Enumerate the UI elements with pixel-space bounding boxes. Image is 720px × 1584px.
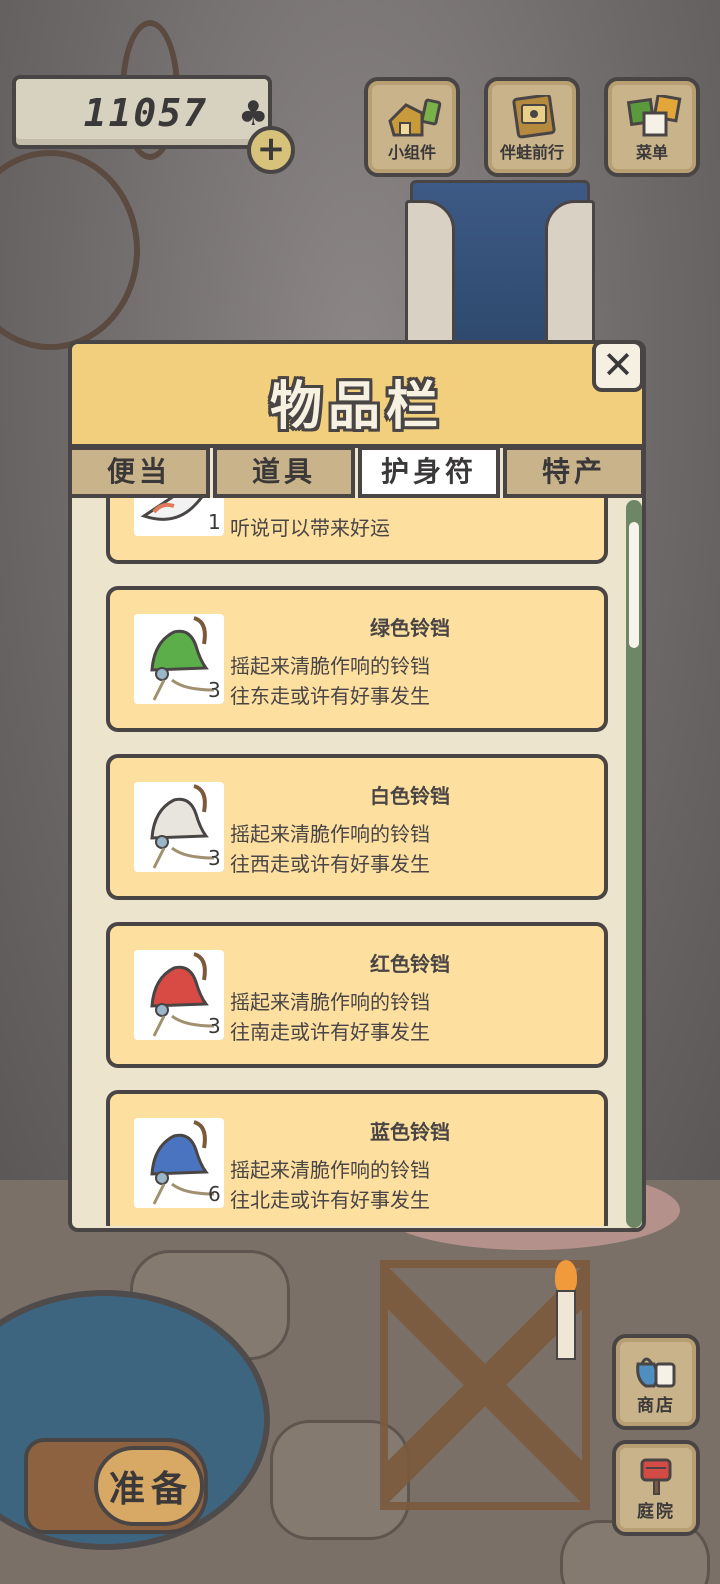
- item-description: 往西走或许有好事发生: [230, 852, 430, 876]
- tab-charms[interactable]: 护身符: [358, 446, 500, 498]
- panel-header: 物品栏: [72, 344, 642, 448]
- menu-label: 菜单: [635, 143, 668, 162]
- item-description: 往东走或许有好事发生: [230, 684, 430, 708]
- menu-cards-icon: [626, 95, 682, 137]
- list-item[interactable]: 3 白色铃铛 摇起来清脆作响的铃铛 往西走或许有好事发生: [106, 754, 608, 900]
- item-name: 蓝色铃铛: [370, 1120, 450, 1144]
- tab-bento[interactable]: 便当: [68, 446, 210, 498]
- item-description: 往南走或许有好事发生: [230, 1020, 430, 1044]
- item-count: 3: [208, 678, 221, 702]
- inventory-tabs: 便当 道具 护身符 特产: [68, 446, 646, 498]
- item-name: 绿色铃铛: [370, 616, 450, 640]
- item-description: 听说可以带来好运: [230, 516, 390, 540]
- shop-bag-icon: [636, 1357, 676, 1388]
- item-count: 3: [208, 846, 221, 870]
- item-count: 3: [208, 1014, 221, 1038]
- plus-icon: +: [256, 129, 286, 169]
- panel-title: 物品栏: [269, 377, 444, 437]
- clover-amount: 11057: [83, 91, 208, 135]
- item-list[interactable]: 1 听说可以带来好运 3 绿色铃铛 摇起来清脆作响的铃铛 往东走或许有好事发生: [72, 498, 620, 1226]
- tab-specialties[interactable]: 特产: [503, 446, 645, 498]
- item-description: 摇起来清脆作响的铃铛: [230, 990, 430, 1014]
- close-icon: ✕: [602, 343, 634, 387]
- item-list-scrollbar[interactable]: [626, 500, 642, 1228]
- list-item[interactable]: 1 听说可以带来好运: [106, 498, 608, 564]
- yard-label: 庭院: [637, 1502, 675, 1522]
- scrollbar-thumb[interactable]: [629, 522, 639, 648]
- item-count: 1: [208, 510, 221, 534]
- candle-flame: [555, 1260, 577, 1294]
- list-item[interactable]: 6 蓝色铃铛 摇起来清脆作响的铃铛 往北走或许有好事发生: [106, 1090, 608, 1226]
- item-description: 摇起来清脆作响的铃铛: [230, 822, 430, 846]
- item-name: 白色铃铛: [370, 784, 450, 808]
- album-icon: [512, 95, 556, 139]
- widget-label: 小组件: [387, 143, 436, 162]
- shop-button[interactable]: 商店: [612, 1334, 700, 1430]
- mailbox-icon: [640, 1458, 672, 1495]
- shop-label: 商店: [637, 1396, 675, 1416]
- item-description: 往北走或许有好事发生: [230, 1188, 430, 1212]
- list-item[interactable]: 3 绿色铃铛 摇起来清脆作响的铃铛 往东走或许有好事发生: [106, 586, 608, 732]
- item-count: 6: [208, 1182, 221, 1206]
- travel-album-label: 伴蛙前行: [499, 143, 564, 162]
- tab-tools[interactable]: 道具: [213, 446, 355, 498]
- clover-counter: 11057 ♣: [12, 75, 272, 149]
- item-name: 红色铃铛: [370, 952, 450, 976]
- close-button[interactable]: ✕: [592, 340, 644, 392]
- menu-button[interactable]: 菜单: [604, 77, 700, 177]
- travel-album-button[interactable]: 伴蛙前行: [484, 77, 580, 177]
- candle: [556, 1290, 576, 1360]
- yard-button[interactable]: 庭院: [612, 1440, 700, 1536]
- prepare-button[interactable]: 准备: [24, 1438, 208, 1534]
- list-item[interactable]: 3 红色铃铛 摇起来清脆作响的铃铛 往南走或许有好事发生: [106, 922, 608, 1068]
- widget-button[interactable]: 小组件: [364, 77, 460, 177]
- widget-icon: [388, 98, 442, 137]
- item-description: 摇起来清脆作响的铃铛: [230, 1158, 430, 1182]
- item-description: 摇起来清脆作响的铃铛: [230, 654, 430, 678]
- add-clover-button[interactable]: +: [247, 126, 295, 174]
- prepare-label: 准备: [108, 1469, 193, 1510]
